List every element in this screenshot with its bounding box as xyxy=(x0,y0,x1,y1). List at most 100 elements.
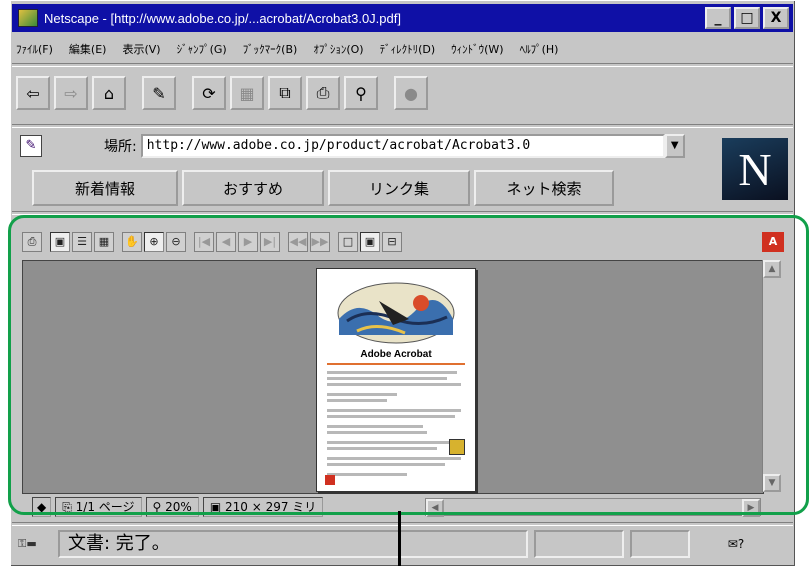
menu-options[interactable]: ｵﾌﾟｼｮﾝ(O) xyxy=(313,41,363,57)
thumbnails-icon[interactable]: ▦ xyxy=(94,232,114,252)
status-cell xyxy=(630,530,690,558)
text-line xyxy=(327,447,437,450)
next-page-icon[interactable]: ▶ xyxy=(238,232,258,252)
callout-line xyxy=(398,511,401,566)
stop-icon[interactable]: ● xyxy=(394,76,428,110)
menu-view[interactable]: 表示(V) xyxy=(122,41,160,57)
status-bar: ⚿▬ 文書: 完了。 ✉? xyxy=(12,528,793,560)
vertical-scrollbar[interactable]: ▲ ▼ xyxy=(762,260,781,492)
menu-directory[interactable]: ﾃﾞｨﾚｸﾄﾘ(D) xyxy=(380,41,436,57)
text-line xyxy=(327,425,423,428)
pdf-page-thumbnail[interactable]: Adobe Acrobat xyxy=(316,268,476,492)
url-dropdown-button[interactable]: ▼ xyxy=(664,134,685,158)
forward-icon[interactable]: ⇨ xyxy=(54,76,88,110)
zoom-level-text: 20% xyxy=(165,500,192,514)
page-logo-mark xyxy=(325,475,335,485)
images-icon[interactable]: ▦ xyxy=(230,76,264,110)
whats-new-button[interactable]: 新着情報 xyxy=(32,170,178,206)
text-line xyxy=(327,431,427,434)
minimize-button[interactable]: _ xyxy=(705,7,731,29)
prev-page-icon[interactable]: ◀ xyxy=(216,232,236,252)
zoom-level[interactable]: ⚲ 20% xyxy=(145,497,199,517)
pdf-print-icon[interactable]: ⎙ xyxy=(22,232,42,252)
mail-icon[interactable]: ✉? xyxy=(696,530,776,558)
divider xyxy=(12,522,793,526)
url-input[interactable]: http://www.adobe.co.jp/product/acrobat/A… xyxy=(140,134,665,158)
page-illustration xyxy=(449,439,465,455)
text-line xyxy=(327,463,445,466)
menu-bookmarks[interactable]: ﾌﾞｯｸﾏｰｸ(B) xyxy=(243,41,298,57)
pdf-cover-title: Adobe Acrobat xyxy=(360,349,432,360)
text-line xyxy=(327,399,387,402)
page-count-text: 1/1 ページ xyxy=(75,500,135,514)
back-icon[interactable]: ⇦ xyxy=(16,76,50,110)
adobe-logo-icon[interactable]: A xyxy=(762,232,784,252)
menu-bar: ﾌｧｲﾙ(F) 編集(E) 表示(V) ｼﾞｬﾝﾌﾟ(G) ﾌﾞｯｸﾏｰｸ(B)… xyxy=(12,36,793,62)
navigation-toolbar: ⇦ ⇨ ⌂ ✎ ⟳ ▦ ⧉ ⎙ ⚲ ● xyxy=(12,66,428,120)
text-line xyxy=(327,473,407,476)
last-page-icon[interactable]: ▶| xyxy=(260,232,280,252)
divider xyxy=(12,124,793,128)
page-size-text: 210 × 297 ミリ xyxy=(224,500,317,514)
first-page-icon[interactable]: |◀ xyxy=(194,232,214,252)
scroll-left-arrow-icon[interactable]: ◀ xyxy=(426,499,444,517)
netscape-app-icon[interactable] xyxy=(18,9,38,27)
window-title: Netscape - [http://www.adobe.co.jp/...ac… xyxy=(44,10,401,26)
page-only-icon[interactable]: ▣ xyxy=(50,232,70,252)
netscape-logo[interactable]: N xyxy=(722,138,788,200)
home-icon[interactable]: ⌂ xyxy=(92,76,126,110)
go-back-icon[interactable]: ◀◀ xyxy=(288,232,308,252)
location-label: 場所: xyxy=(104,139,137,155)
fit-page-icon[interactable]: ▣ xyxy=(360,232,380,252)
zoom-out-icon[interactable]: ⊖ xyxy=(166,232,186,252)
zoom-magnifier-icon: ⚲ xyxy=(152,500,166,514)
menu-help[interactable]: ﾍﾙﾌﾟ(H) xyxy=(520,41,559,57)
actual-size-icon[interactable]: □ xyxy=(338,232,358,252)
security-key-icon[interactable]: ⚿▬ xyxy=(18,533,58,555)
page-count: ⎘ 1/1 ページ xyxy=(55,497,142,517)
find-binoculars-icon[interactable]: ⚲ xyxy=(344,76,378,110)
text-line xyxy=(327,377,447,380)
open-icon[interactable]: ⧉ xyxy=(268,76,302,110)
text-line xyxy=(327,415,455,418)
location-bar: ✎ 場所: http://www.adobe.co.jp/product/acr… xyxy=(12,132,712,160)
go-forward-icon[interactable]: ▶▶ xyxy=(310,232,330,252)
reload-icon[interactable]: ⟳ xyxy=(192,76,226,110)
text-line xyxy=(327,409,461,412)
text-line xyxy=(327,457,461,460)
scroll-down-arrow-icon[interactable]: ▼ xyxy=(763,474,781,492)
nav-diamond-icon[interactable]: ◆ xyxy=(32,497,52,517)
net-search-button[interactable]: ネット検索 xyxy=(474,170,614,206)
page-icon: ⎘ xyxy=(62,500,76,514)
menu-go[interactable]: ｼﾞｬﾝﾌﾟ(G) xyxy=(177,41,227,57)
directory-buttons: 新着情報 おすすめ リンク集 ネット検索 xyxy=(32,170,618,206)
recommended-button[interactable]: おすすめ xyxy=(182,170,324,206)
print-icon[interactable]: ⎙ xyxy=(306,76,340,110)
menu-edit[interactable]: 編集(E) xyxy=(69,41,107,57)
menu-file[interactable]: ﾌｧｲﾙ(F) xyxy=(16,41,53,57)
close-button[interactable]: X xyxy=(763,7,789,29)
pdf-status-bar: ◆ ⎘ 1/1 ページ ⚲ 20% ▣ 210 × 297 ミリ xyxy=(32,496,327,518)
text-line xyxy=(327,441,451,444)
bookmarks-icon[interactable]: ☰ xyxy=(72,232,92,252)
pdf-toolbar: ⎙ ▣ ☰ ▦ ✋ ⊕ ⊖ |◀ ◀ ▶ ▶| ◀◀ ▶▶ □ ▣ ⊟ A xyxy=(20,229,784,255)
links-button[interactable]: リンク集 xyxy=(328,170,470,206)
cover-artwork xyxy=(337,282,455,344)
edit-pencil-icon[interactable]: ✎ xyxy=(142,76,176,110)
zoom-in-icon[interactable]: ⊕ xyxy=(144,232,164,252)
title-rule xyxy=(327,363,465,365)
maximize-button[interactable]: □ xyxy=(734,7,760,29)
status-text: 文書: 完了。 xyxy=(58,530,528,558)
hand-tool-icon[interactable]: ✋ xyxy=(122,232,142,252)
menu-window[interactable]: ｳｨﾝﾄﾞｳ(W) xyxy=(451,41,503,57)
scroll-right-arrow-icon[interactable]: ▶ xyxy=(742,499,760,517)
title-bar[interactable]: Netscape - [http://www.adobe.co.jp/...ac… xyxy=(12,4,793,32)
scroll-up-arrow-icon[interactable]: ▲ xyxy=(763,260,781,278)
page-proxy-icon[interactable]: ✎ xyxy=(20,135,42,157)
horizontal-scrollbar[interactable]: ◀ ▶ xyxy=(425,498,761,517)
divider xyxy=(12,211,793,215)
page-size: ▣ 210 × 297 ミリ xyxy=(202,497,324,517)
text-line xyxy=(327,371,457,374)
fit-width-icon[interactable]: ⊟ xyxy=(382,232,402,252)
text-line xyxy=(327,383,461,386)
